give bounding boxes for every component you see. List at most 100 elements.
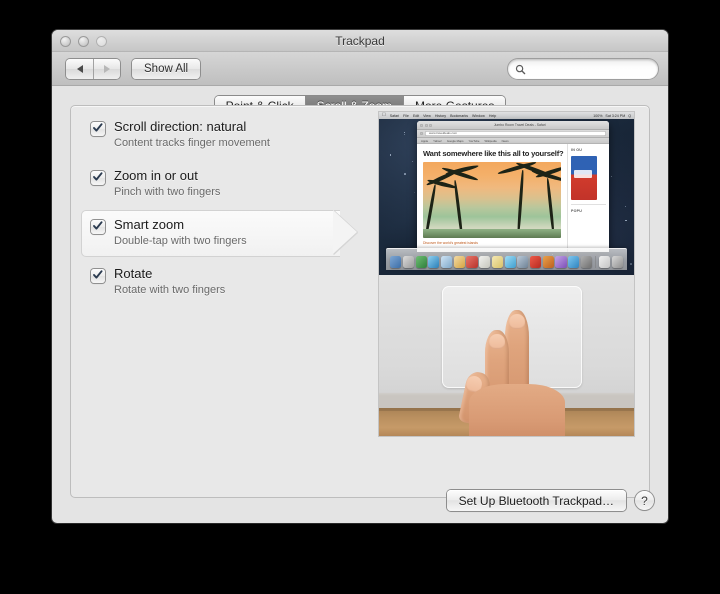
dock-icon-documents <box>599 256 611 268</box>
dock-divider <box>595 256 596 268</box>
safari-window: Jumbo Room Travel Deals - Safari www.tra… <box>417 121 609 252</box>
dock-icon-mission-control <box>415 256 427 268</box>
dock-icon-notes <box>479 256 491 268</box>
dock-icon-iphoto <box>542 256 554 268</box>
dock-icon-mail <box>440 256 453 268</box>
triangle-left-icon <box>76 64 83 73</box>
system-preferences-window: Trackpad Show All Point & Click Scroll &… <box>52 30 668 523</box>
option-subtitle: Rotate with two fingers <box>114 284 226 296</box>
zoom-icon <box>429 123 432 127</box>
checkbox-scroll-direction[interactable] <box>91 122 105 136</box>
dock-icon-trash <box>611 256 623 268</box>
close-button[interactable] <box>60 36 71 47</box>
divider <box>571 204 606 205</box>
dock-icon-safari <box>428 256 440 268</box>
checkbox-zoom-in-or-out[interactable] <box>91 171 105 185</box>
forward-button[interactable] <box>93 58 120 79</box>
set-up-bluetooth-trackpad-button[interactable]: Set Up Bluetooth Trackpad… <box>446 490 626 511</box>
minimize-button[interactable] <box>78 36 89 47</box>
page-headline: Want somewhere like this all to yourself… <box>423 149 564 158</box>
index-fingernail <box>509 314 525 329</box>
dock <box>386 248 627 270</box>
show-all-button[interactable]: Show All <box>132 58 201 79</box>
menubar-item: Window <box>468 113 485 118</box>
safari-address-bar: www.traveldeals.com <box>425 131 606 136</box>
bookmark-item: Yahoo! <box>433 138 442 143</box>
menubar-status: 100% <box>593 113 603 118</box>
dock-icon-calendar <box>466 256 478 268</box>
option-title: Smart zoom <box>114 217 185 232</box>
option-subtitle: Double-tap with two fingers <box>114 235 247 247</box>
bookmark-item: YouTube <box>468 138 480 143</box>
preview-trackpad-scene <box>379 275 634 436</box>
dock-icon-reminders <box>491 256 504 268</box>
bookmark-item: Wikipedia <box>484 138 497 143</box>
dock-icon-launchpad <box>402 256 414 268</box>
spotlight-icon: Q <box>628 113 631 118</box>
menubar-item: File <box>399 113 409 118</box>
apple-logo-icon:  <box>382 113 386 118</box>
checkbox-rotate[interactable] <box>91 269 105 283</box>
desktop-wallpaper:  Safari File Edit View History Bookmark… <box>379 112 634 275</box>
option-zoom-in-or-out[interactable]: Zoom in or out Pinch with two fingers <box>81 161 371 206</box>
menubar-item: Safari <box>386 113 399 118</box>
menubar-item: Edit <box>409 113 419 118</box>
dock-icon-contacts <box>453 256 465 268</box>
option-scroll-direction[interactable]: Scroll direction: natural Content tracks… <box>81 112 371 157</box>
menubar-item: Help <box>485 113 496 118</box>
sidebar-heading: POPU <box>571 209 582 213</box>
bookmark-item: Apple <box>421 138 429 143</box>
back-icon <box>420 132 423 135</box>
menubar-item: Bookmarks <box>446 113 468 118</box>
option-smart-zoom[interactable]: Smart zoom Double-tap with two fingers <box>81 210 371 257</box>
traffic-lights <box>60 36 107 47</box>
menubar-clock: Sat 3:24 PM <box>605 113 626 118</box>
window-title: Trackpad <box>335 34 385 48</box>
bookmark-item: News <box>501 138 509 143</box>
option-title: Rotate <box>114 266 153 281</box>
preferences-panel: Scroll direction: natural Content tracks… <box>70 105 650 498</box>
photo-caption: Discover the world's greatest islands <box>423 241 478 245</box>
back-button[interactable] <box>66 58 93 79</box>
hand-two-finger-tap <box>457 310 573 436</box>
dock-icon-messages <box>504 256 516 268</box>
zoom-button[interactable] <box>96 36 107 47</box>
close-icon <box>420 123 423 127</box>
checkbox-smart-zoom[interactable] <box>91 220 105 234</box>
preview-desktop-scene:  Safari File Edit View History Bookmark… <box>379 112 634 275</box>
dock-icon-system-preferences <box>580 256 593 268</box>
minimize-icon <box>424 123 428 127</box>
middle-fingernail <box>489 334 505 349</box>
checkmark-icon <box>93 172 103 181</box>
bookmark-item: Google Maps <box>446 138 464 143</box>
page-sidebar: IN OU POPU <box>567 144 609 252</box>
dock-icon-app-store <box>568 256 580 268</box>
search-input[interactable] <box>530 63 648 75</box>
toolbar: Show All <box>52 52 668 86</box>
gesture-options-list: Scroll direction: natural Content tracks… <box>81 112 371 308</box>
web-page-content: Want somewhere like this all to yourself… <box>417 144 609 252</box>
beach-photo <box>423 162 561 238</box>
sidebar-heading: IN OU <box>571 148 582 152</box>
checkmark-icon <box>93 221 103 230</box>
ad-banner <box>571 156 597 200</box>
help-button[interactable]: ? <box>635 491 654 510</box>
navigation-segmented-control <box>66 58 120 79</box>
safari-titlebar: Jumbo Room Travel Deals - Safari <box>417 121 609 130</box>
menu-bar:  Safari File Edit View History Bookmark… <box>379 112 634 119</box>
window-titlebar: Trackpad <box>52 30 668 52</box>
footer-actions: Set Up Bluetooth Trackpad… ? <box>52 490 654 511</box>
safari-toolbar: www.traveldeals.com <box>417 130 609 138</box>
dock-icon-facetime <box>517 256 529 268</box>
option-title: Scroll direction: natural <box>114 119 247 134</box>
triangle-right-icon <box>104 64 110 73</box>
option-title: Zoom in or out <box>114 168 198 183</box>
safari-window-title: Jumbo Room Travel Deals - Safari <box>493 123 546 127</box>
gesture-preview:  Safari File Edit View History Bookmark… <box>378 111 635 437</box>
option-rotate[interactable]: Rotate Rotate with two fingers <box>81 259 371 304</box>
checkmark-icon <box>93 270 103 279</box>
menubar-item: History <box>431 113 446 118</box>
option-subtitle: Content tracks finger movement <box>114 137 270 149</box>
dock-icon-itunes <box>555 256 567 268</box>
search-field[interactable] <box>508 59 658 79</box>
